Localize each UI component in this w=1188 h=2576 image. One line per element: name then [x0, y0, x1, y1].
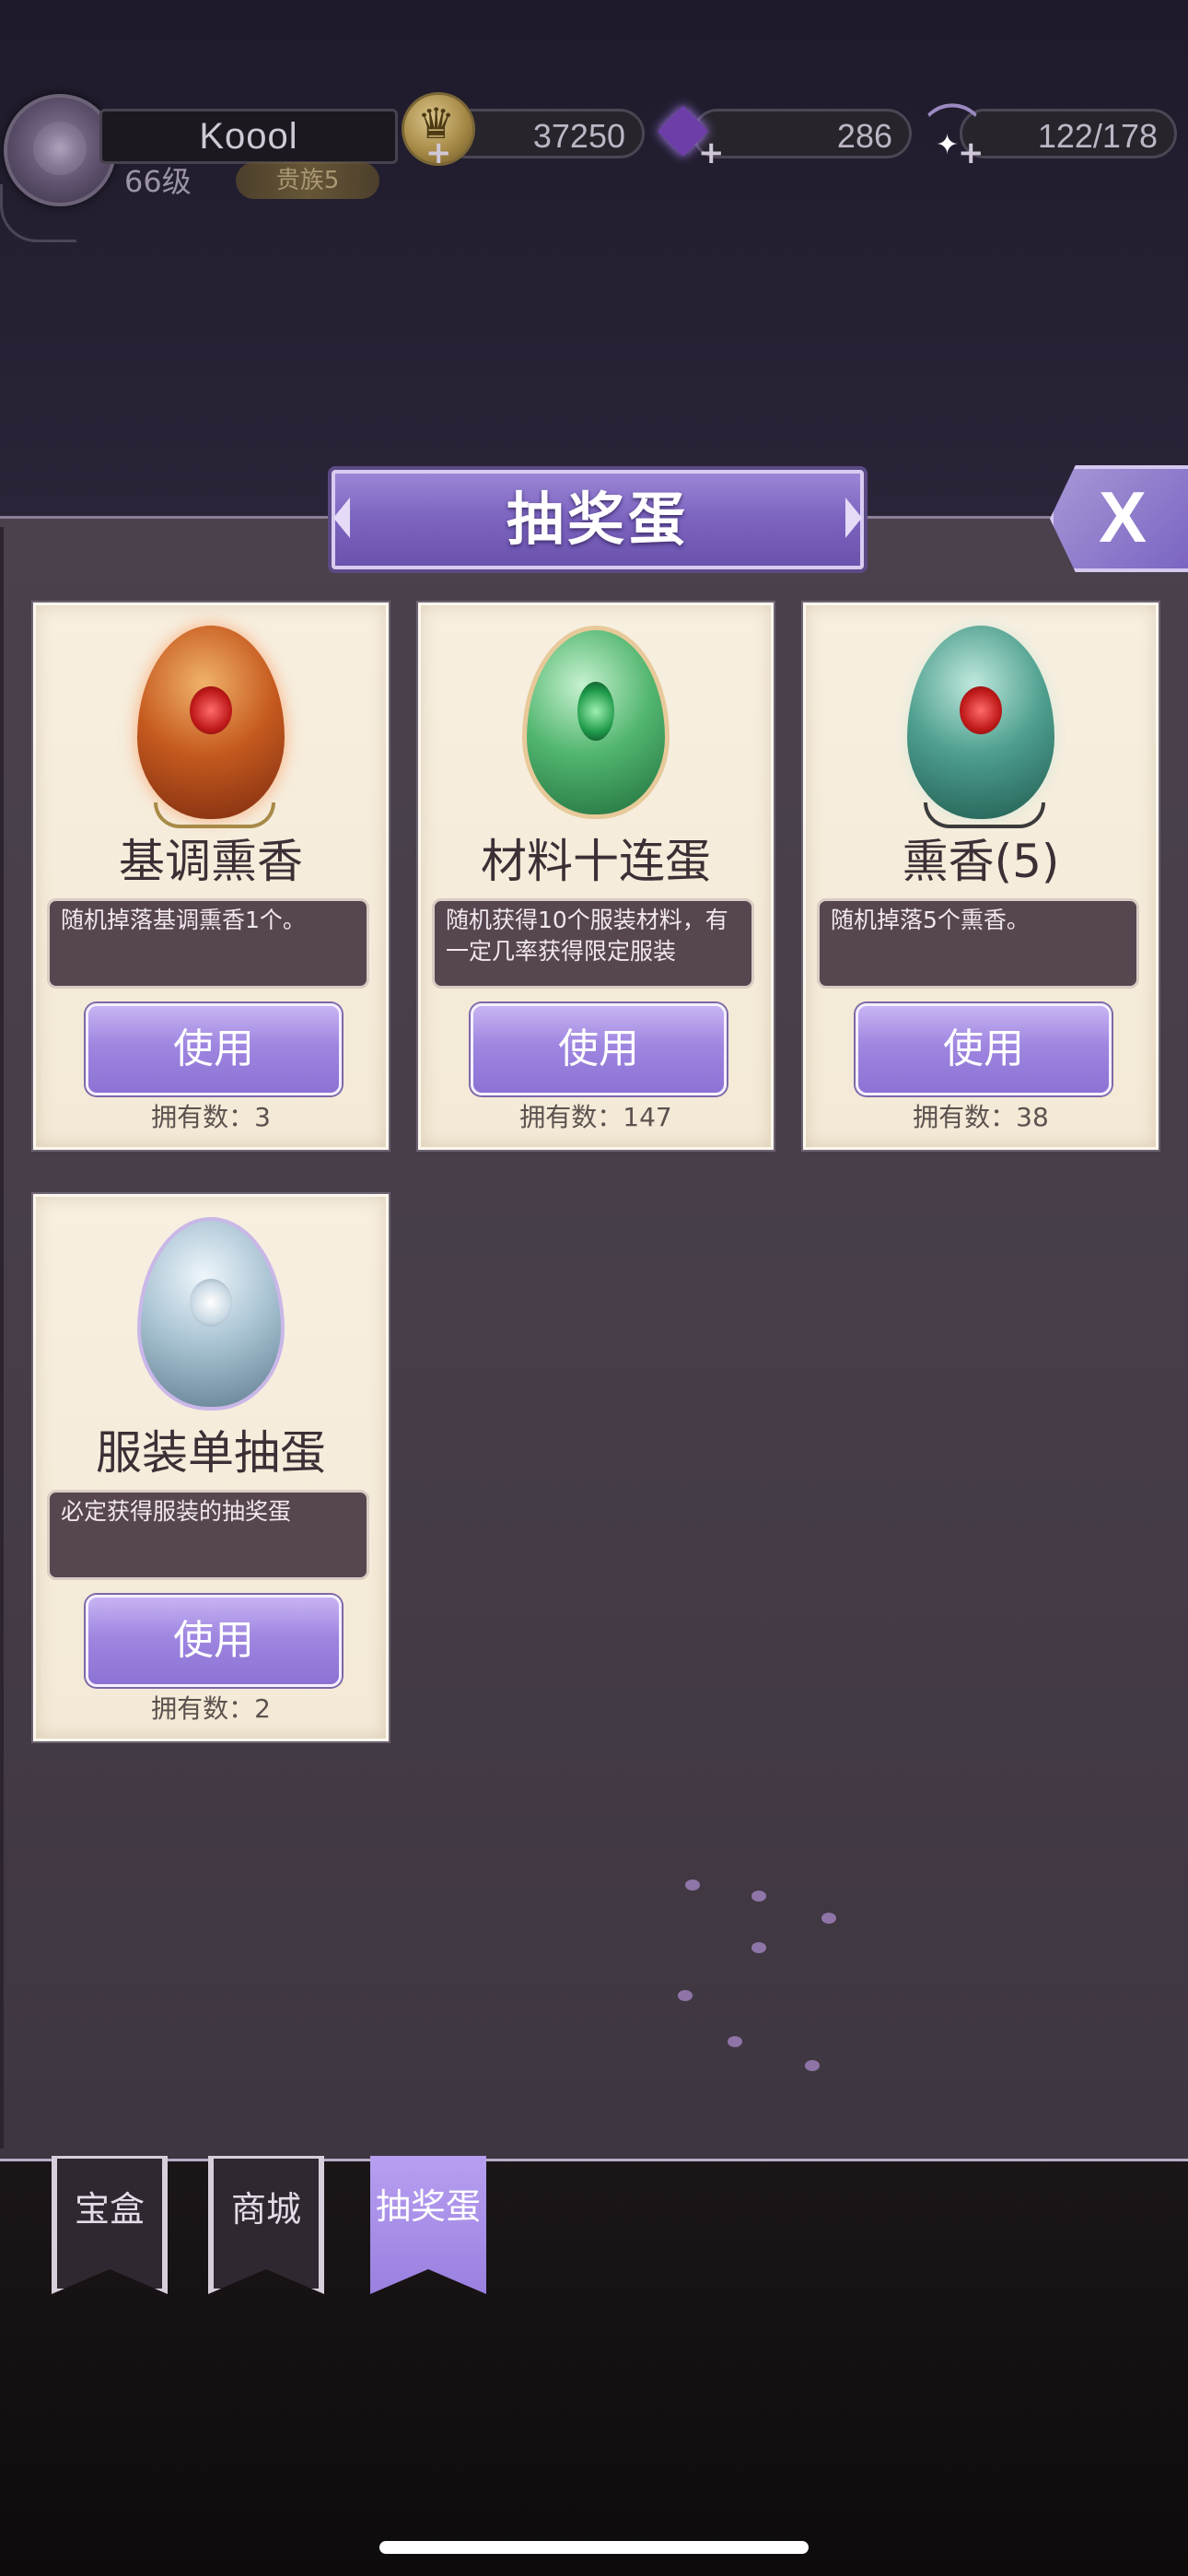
- card-title: 服装单抽蛋: [96, 1426, 326, 1480]
- card-description: 必定获得服装的抽奖蛋: [47, 1490, 369, 1580]
- petal-decoration: [805, 2060, 820, 2071]
- panel-title-banner: 抽奖蛋: [332, 470, 864, 569]
- egg-card-incense: 基调熏香 随机掉落基调熏香1个。 使用 拥有数：3: [33, 603, 389, 1150]
- silver-egg-icon: [137, 1217, 285, 1411]
- rank-badge: 贵族5: [236, 162, 379, 199]
- owned-count: 拥有数：3: [151, 1102, 271, 1132]
- card-description: 随机获得10个服装材料，有一定几率获得限定服装: [432, 898, 754, 989]
- teal-rose-egg-icon: [907, 626, 1054, 819]
- rose-icon: [33, 122, 87, 175]
- use-button[interactable]: 使用: [86, 1003, 342, 1095]
- owned-count: 拥有数：147: [519, 1102, 672, 1132]
- stamina-counter: 122/178: [960, 109, 1177, 158]
- card-title: 材料十连蛋: [481, 835, 711, 888]
- card-description: 随机掉落5个熏香。: [817, 898, 1139, 989]
- add-gems-icon[interactable]: +: [698, 135, 725, 171]
- player-name: Koool: [99, 109, 398, 164]
- card-title: 基调熏香: [119, 835, 303, 888]
- petal-decoration: [821, 1913, 836, 1924]
- vine-decoration: [0, 184, 76, 242]
- tab-shop[interactable]: 商城: [208, 2156, 324, 2294]
- owned-count: 拥有数：2: [151, 1693, 271, 1724]
- close-button[interactable]: X: [1050, 465, 1188, 572]
- tab-treasure-box[interactable]: 宝盒: [52, 2156, 168, 2294]
- red-rose-egg-icon: [137, 626, 285, 819]
- player-level: 66级: [124, 164, 192, 199]
- petal-decoration: [685, 1879, 700, 1891]
- egg-card-incense-5: 熏香(5) 随机掉落5个熏香。 使用 拥有数：38: [803, 603, 1159, 1150]
- petal-decoration: [728, 2036, 742, 2047]
- tab-lottery-egg[interactable]: 抽奖蛋: [370, 2156, 486, 2294]
- use-button[interactable]: 使用: [471, 1003, 727, 1095]
- resource-bar: Koool 66级 贵族5 37250 + 286 + 122/178 +: [0, 83, 1188, 242]
- gem-counter: 286: [693, 109, 912, 158]
- egg-card-costume: 服装单抽蛋 必定获得服装的抽奖蛋 使用 拥有数：2: [33, 1194, 389, 1741]
- use-button[interactable]: 使用: [856, 1003, 1112, 1095]
- add-gold-icon[interactable]: +: [425, 135, 452, 171]
- panel-title: 抽奖蛋: [506, 486, 689, 553]
- add-stamina-icon[interactable]: +: [958, 135, 984, 171]
- petal-decoration: [751, 1891, 766, 1902]
- use-button[interactable]: 使用: [86, 1595, 342, 1687]
- petal-decoration: [678, 1990, 693, 2001]
- egg-card-materials: 材料十连蛋 随机获得10个服装材料，有一定几率获得限定服装 使用 拥有数：147: [418, 603, 774, 1150]
- owned-count: 拥有数：38: [913, 1102, 1049, 1132]
- home-indicator[interactable]: [379, 2541, 809, 2554]
- petal-decoration: [751, 1942, 766, 1953]
- green-emerald-egg-icon: [522, 626, 670, 819]
- card-description: 随机掉落基调熏香1个。: [47, 898, 369, 989]
- card-title: 熏香(5): [902, 835, 1060, 888]
- close-icon: X: [1098, 476, 1147, 557]
